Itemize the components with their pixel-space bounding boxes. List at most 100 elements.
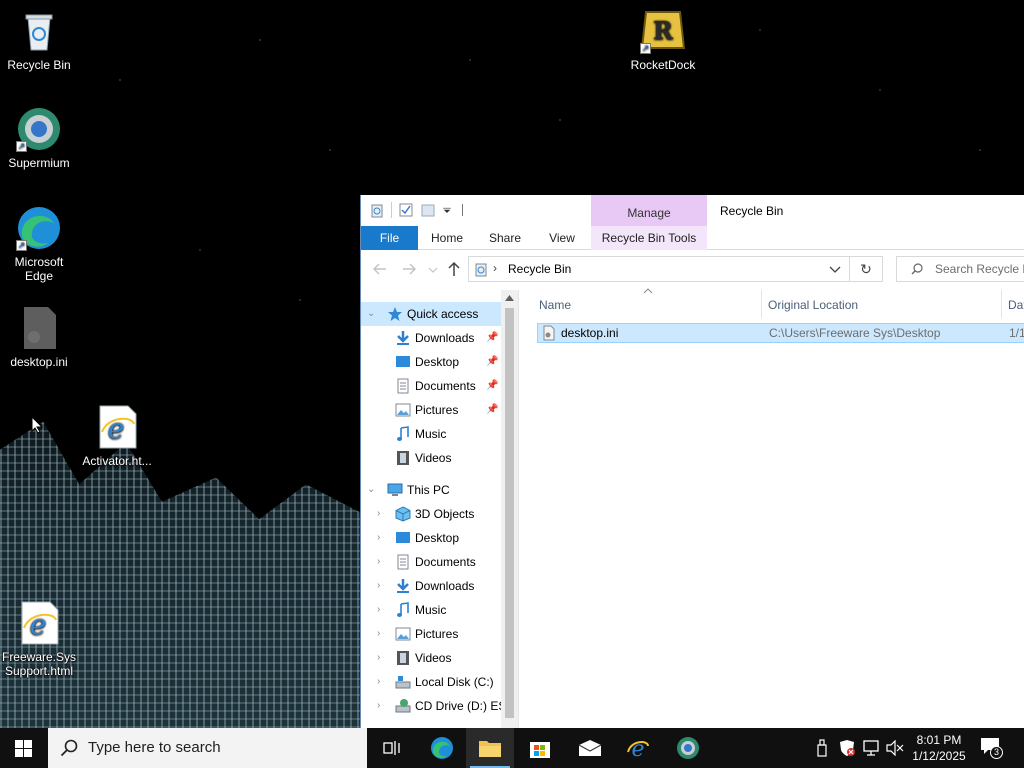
- search-box[interactable]: Search Recycle Bin: [896, 256, 1024, 282]
- scroll-up-arrow-icon[interactable]: [505, 295, 514, 301]
- taskbar-search-box[interactable]: Type here to search: [48, 728, 367, 768]
- column-header-name[interactable]: Name: [539, 298, 571, 312]
- desktop-icon-supermium[interactable]: ↗ Supermium: [0, 106, 78, 170]
- desktop-icon-freeware-support[interactable]: e Freeware.Sys Support.html: [0, 600, 78, 678]
- window-title: Recycle Bin: [720, 204, 784, 218]
- nav-item-pc-documents[interactable]: › Documents: [361, 550, 501, 574]
- nav-label: Documents: [415, 379, 476, 393]
- up-arrow-icon[interactable]: [448, 261, 460, 277]
- desktop-icon-recycle-bin[interactable]: Recycle Bin: [0, 8, 78, 72]
- action-center-button[interactable]: 3: [980, 737, 1004, 759]
- nav-item-local-disk[interactable]: › Local Disk (C:): [361, 670, 501, 694]
- network-icon[interactable]: [862, 740, 880, 756]
- taskbar-app-internet-explorer[interactable]: e: [614, 728, 662, 768]
- desktop-icon-rocketdock[interactable]: R ↗ RocketDock: [624, 8, 702, 72]
- recent-locations-chevron-icon[interactable]: [428, 266, 438, 274]
- refresh-button[interactable]: ↻: [850, 256, 883, 282]
- taskbar-app-file-explorer[interactable]: [466, 728, 514, 768]
- breadcrumb-recycle-bin[interactable]: Recycle Bin: [508, 262, 571, 276]
- clock[interactable]: 8:01 PM 1/12/2025: [905, 732, 973, 764]
- scrollbar-thumb[interactable]: [505, 308, 514, 718]
- nav-item-desktop[interactable]: Desktop 📌: [361, 350, 501, 374]
- taskbar-app-mail[interactable]: [566, 728, 614, 768]
- usb-device-icon[interactable]: [816, 739, 828, 757]
- nav-item-pc-videos[interactable]: › Videos: [361, 646, 501, 670]
- expander-chevron-icon[interactable]: ›: [377, 694, 380, 718]
- navigation-pane: ⌄ Quick access Downloads 📌 Desktop 📌 Doc…: [361, 290, 518, 728]
- task-view-button[interactable]: [368, 728, 416, 768]
- tab-view[interactable]: View: [541, 226, 583, 250]
- store-bag-icon: [530, 742, 550, 758]
- tab-home[interactable]: Home: [425, 226, 469, 250]
- expander-chevron-icon[interactable]: ›: [377, 550, 380, 574]
- nav-item-videos[interactable]: Videos: [361, 446, 501, 470]
- column-header-original-location[interactable]: Original Location: [768, 298, 858, 312]
- desktop-icon-desktop-ini[interactable]: desktop.ini: [0, 305, 78, 369]
- music-note-icon: [397, 426, 409, 441]
- nav-quick-access[interactable]: ⌄ Quick access: [361, 302, 501, 326]
- volume-muted-icon[interactable]: [886, 740, 904, 756]
- desktop-icon-microsoft-edge[interactable]: ↗ Microsoft Edge: [0, 205, 78, 283]
- nav-item-cd-drive[interactable]: › CD Drive (D:) ESD: [361, 694, 515, 718]
- pin-icon[interactable]: 📌: [486, 374, 498, 398]
- properties-icon[interactable]: [398, 202, 414, 218]
- tab-share[interactable]: Share: [483, 226, 527, 250]
- desktop-icon-activator[interactable]: e Activator.ht...: [78, 404, 156, 468]
- nav-this-pc[interactable]: ⌄ This PC: [361, 478, 501, 502]
- customize-qat-dropdown-icon[interactable]: [442, 202, 452, 218]
- nav-label: Desktop: [415, 355, 460, 369]
- back-arrow-icon[interactable]: [373, 263, 387, 275]
- forward-arrow-icon[interactable]: [402, 263, 416, 275]
- tab-recycle-bin-tools[interactable]: Recycle Bin Tools: [591, 226, 707, 250]
- start-button[interactable]: [0, 728, 48, 768]
- expander-chevron-icon[interactable]: ›: [377, 526, 380, 550]
- nav-item-music[interactable]: Music: [361, 422, 501, 446]
- expander-chevron-icon[interactable]: ›: [377, 646, 380, 670]
- download-arrow-icon: [397, 579, 409, 593]
- expander-chevron-icon[interactable]: ⌄: [367, 302, 375, 326]
- nav-item-pc-music[interactable]: › Music: [361, 598, 501, 622]
- documents-icon: [397, 554, 409, 570]
- nav-item-downloads[interactable]: Downloads 📌: [361, 326, 501, 350]
- column-header-date-deleted[interactable]: Dat: [1008, 298, 1024, 312]
- desktop-icon-label: Microsoft Edge: [14, 255, 64, 283]
- expander-chevron-icon[interactable]: ›: [377, 598, 380, 622]
- security-shield-icon[interactable]: [839, 739, 855, 757]
- tab-file[interactable]: File: [361, 226, 418, 250]
- nav-item-pictures[interactable]: Pictures 📌: [361, 398, 501, 422]
- new-folder-icon[interactable]: [420, 202, 436, 218]
- file-row[interactable]: desktop.ini C:\Users\Freeware Sys\Deskto…: [537, 323, 1024, 343]
- column-separator[interactable]: [761, 290, 762, 318]
- expander-chevron-icon[interactable]: ›: [377, 622, 380, 646]
- nav-item-pc-desktop[interactable]: › Desktop: [361, 526, 501, 550]
- task-view-icon: [383, 741, 400, 755]
- taskbar-app-edge[interactable]: [418, 728, 466, 768]
- column-separator[interactable]: [1001, 290, 1002, 318]
- search-icon: [911, 263, 923, 275]
- taskbar-app-supermium[interactable]: [664, 728, 712, 768]
- cd-drive-icon: [395, 699, 411, 713]
- taskbar-app-store[interactable]: [516, 728, 564, 768]
- expander-chevron-icon[interactable]: ›: [377, 502, 380, 526]
- nav-pane-scrollbar[interactable]: [501, 290, 518, 728]
- nav-item-pc-downloads[interactable]: › Downloads: [361, 574, 501, 598]
- address-bar[interactable]: › Recycle Bin: [468, 256, 850, 282]
- breadcrumb-separator[interactable]: ›: [493, 261, 497, 275]
- nav-item-pc-pictures[interactable]: › Pictures: [361, 622, 501, 646]
- address-dropdown-chevron-icon[interactable]: [829, 266, 841, 274]
- pin-icon[interactable]: 📌: [486, 398, 498, 422]
- expander-chevron-icon[interactable]: ›: [377, 670, 380, 694]
- nav-item-documents[interactable]: Documents 📌: [361, 374, 501, 398]
- nav-label: Quick access: [407, 307, 479, 321]
- recycle-bin-small-icon[interactable]: [369, 202, 385, 218]
- mail-envelope-icon: [578, 740, 602, 756]
- recycle-bin-icon: [16, 8, 62, 54]
- expander-chevron-icon[interactable]: ›: [377, 574, 380, 598]
- manage-contextual-tab[interactable]: Manage: [591, 195, 707, 226]
- pin-icon[interactable]: 📌: [486, 350, 498, 374]
- expander-chevron-icon[interactable]: ⌄: [367, 478, 375, 502]
- sort-ascending-chevron-icon: [643, 288, 653, 294]
- nav-label: Documents: [415, 555, 476, 569]
- nav-item-3d-objects[interactable]: › 3D Objects: [361, 502, 501, 526]
- pin-icon[interactable]: 📌: [486, 326, 498, 350]
